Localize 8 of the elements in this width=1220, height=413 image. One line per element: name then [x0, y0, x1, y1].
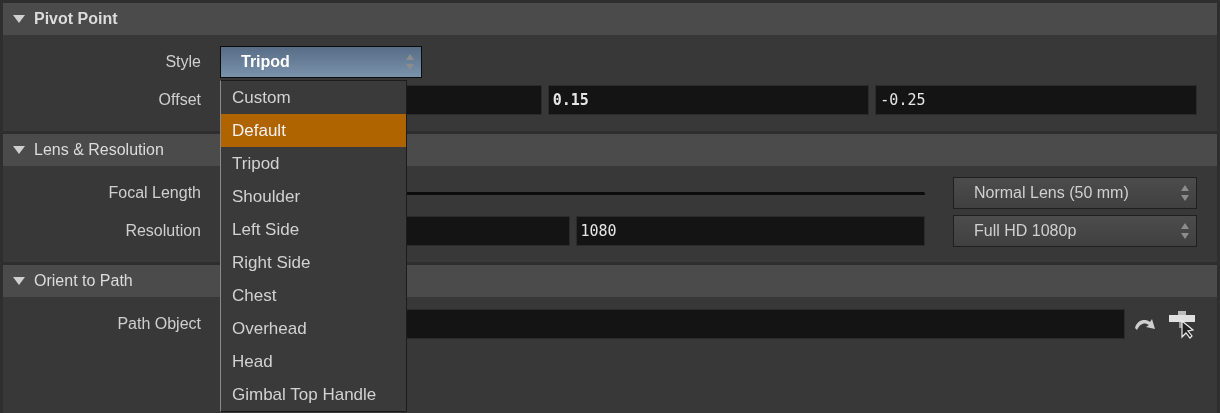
field-label: Offset	[157, 91, 202, 109]
section-title: Orient to Path	[34, 272, 133, 290]
section-title: Pivot Point	[34, 10, 118, 28]
field-label: Resolution	[124, 222, 202, 240]
field-label: Path Object	[116, 315, 202, 333]
section-title: Lens & Resolution	[34, 141, 164, 159]
field-label: Focal Length	[107, 184, 202, 202]
field-label: Style	[164, 53, 202, 71]
